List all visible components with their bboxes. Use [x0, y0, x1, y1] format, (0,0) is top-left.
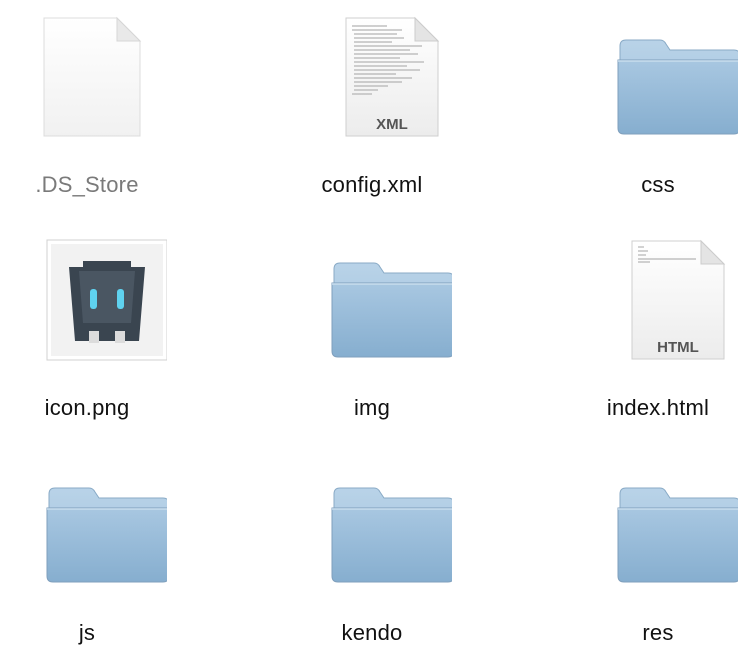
file-config-xml[interactable]: XML config.xml	[272, 12, 472, 212]
file-label: icon.png	[44, 395, 130, 420]
cordova-robot-icon	[7, 235, 167, 385]
finder-icon-grid: .DS_Store XML config.xml css icon.png im…	[0, 0, 752, 656]
file-index-html[interactable]: HTML index.html	[558, 235, 752, 435]
xml-document-icon: XML	[292, 12, 452, 162]
folder-kendo[interactable]: kendo	[272, 460, 472, 660]
folder-img[interactable]: img	[272, 235, 472, 435]
file-label: index.html	[606, 395, 710, 420]
file-ds-store[interactable]: .DS_Store	[0, 12, 187, 212]
folder-label: img	[353, 395, 391, 420]
folder-icon	[578, 460, 738, 610]
folder-label: res	[642, 620, 674, 645]
folder-js[interactable]: js	[0, 460, 187, 660]
folder-label: js	[78, 620, 96, 645]
html-badge: HTML	[657, 339, 699, 356]
xml-badge: XML	[376, 116, 408, 133]
file-icon-png[interactable]: icon.png	[0, 235, 187, 435]
folder-icon	[7, 460, 167, 610]
blank-document-icon	[7, 12, 167, 162]
folder-icon	[578, 12, 738, 162]
folder-icon	[292, 460, 452, 610]
file-label: .DS_Store	[35, 172, 139, 197]
folder-label: css	[641, 172, 675, 197]
html-document-icon: HTML	[578, 235, 738, 385]
folder-label: kendo	[341, 620, 403, 645]
folder-icon	[292, 235, 452, 385]
folder-res[interactable]: res	[558, 460, 752, 660]
file-label: config.xml	[321, 172, 423, 197]
folder-css[interactable]: css	[558, 12, 752, 212]
